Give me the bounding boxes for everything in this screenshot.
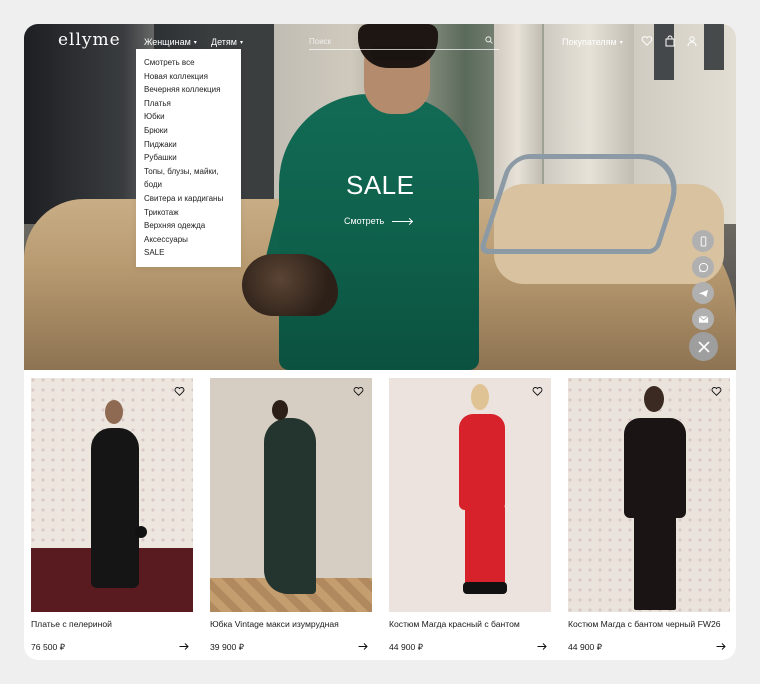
email-button[interactable] bbox=[692, 308, 714, 330]
model-head bbox=[272, 400, 288, 420]
user-icon[interactable] bbox=[686, 35, 698, 47]
close-icon bbox=[697, 340, 710, 353]
chevron-down-icon: ▾ bbox=[193, 40, 197, 46]
email-icon bbox=[698, 315, 708, 323]
nav-buyers-label: Покупателям bbox=[562, 37, 617, 47]
menu-item-outerwear[interactable]: Верхняя одежда bbox=[144, 219, 241, 233]
model-trousers bbox=[465, 506, 505, 584]
menu-item-trousers[interactable]: Брюки bbox=[144, 124, 241, 138]
menu-item-tops-line1[interactable]: Топы, блузы, майки, bbox=[144, 165, 241, 179]
phone-button[interactable] bbox=[692, 230, 714, 252]
search-bar[interactable] bbox=[309, 32, 499, 50]
menu-item-evening-collection[interactable]: Вечерняя коллекция bbox=[144, 83, 241, 97]
product-name[interactable]: Костюм Магда с бантом черный FW26 bbox=[568, 619, 721, 629]
chevron-down-icon: ▾ bbox=[240, 39, 244, 46]
close-contacts-button[interactable] bbox=[689, 332, 718, 361]
nav-kids[interactable]: Детям ▾ bbox=[211, 37, 243, 47]
hero-banner[interactable]: SALE Смотреть bbox=[24, 24, 736, 370]
product-card[interactable]: Костюм Магда с бантом черный FW26 44 900… bbox=[568, 378, 730, 658]
hero-cta-link[interactable]: Смотреть bbox=[344, 216, 413, 226]
phone-icon bbox=[700, 235, 706, 247]
product-card[interactable]: Платье с пелериной 76 500 ₽ bbox=[31, 378, 193, 658]
product-image[interactable] bbox=[389, 378, 551, 612]
model-figure bbox=[91, 428, 139, 588]
product-price: 39 900 ₽ bbox=[210, 642, 245, 652]
model-head bbox=[105, 400, 123, 424]
product-image[interactable] bbox=[568, 378, 730, 612]
model-head bbox=[471, 384, 489, 410]
menu-item-sale[interactable]: SALE bbox=[144, 246, 241, 260]
model-dress bbox=[279, 94, 479, 370]
menu-item-tops-line2[interactable]: боди bbox=[144, 178, 241, 192]
menu-item-skirts[interactable]: Юбки bbox=[144, 110, 241, 124]
model-jacket bbox=[459, 414, 505, 510]
model-handbag bbox=[242, 254, 338, 316]
window-decor bbox=[654, 24, 674, 80]
menu-item-jackets[interactable]: Пиджаки bbox=[144, 138, 241, 152]
menu-item-new-collection[interactable]: Новая коллекция bbox=[144, 70, 241, 84]
search-input[interactable] bbox=[309, 35, 479, 47]
windshield-image bbox=[477, 154, 691, 254]
model-handbag bbox=[135, 526, 147, 538]
product-image[interactable] bbox=[210, 378, 372, 612]
product-name[interactable]: Юбка Vintage макси изумрудная bbox=[210, 619, 339, 629]
heart-icon[interactable] bbox=[353, 386, 364, 397]
arrow-right-icon[interactable] bbox=[358, 642, 368, 651]
menu-item-view-all[interactable]: Смотреть все bbox=[144, 56, 241, 70]
telegram-button[interactable] bbox=[692, 282, 714, 304]
model-trousers bbox=[634, 514, 676, 610]
menu-item-dresses[interactable]: Платья bbox=[144, 97, 241, 111]
product-card[interactable]: Костюм Магда красный с бантом 44 900 ₽ bbox=[389, 378, 551, 658]
heart-icon[interactable] bbox=[532, 386, 543, 397]
product-price: 44 900 ₽ bbox=[389, 642, 424, 652]
chevron-down-icon: ▾ bbox=[619, 39, 623, 46]
menu-item-accessories[interactable]: Аксессуары bbox=[144, 233, 241, 247]
search-icon[interactable] bbox=[485, 36, 493, 44]
women-dropdown-menu: Смотреть все Новая коллекция Вечерняя ко… bbox=[136, 49, 241, 267]
arrow-right-icon bbox=[392, 220, 413, 222]
hero-title: SALE bbox=[346, 170, 415, 200]
window-decor bbox=[704, 24, 724, 70]
menu-item-shirts[interactable]: Рубашки bbox=[144, 151, 241, 165]
arrow-right-icon[interactable] bbox=[537, 642, 547, 651]
product-card[interactable]: Юбка Vintage макси изумрудная 39 900 ₽ bbox=[210, 378, 372, 658]
telegram-icon bbox=[698, 289, 708, 297]
arrow-right-icon[interactable] bbox=[716, 642, 726, 651]
logo[interactable]: ellyme bbox=[58, 30, 121, 50]
product-image[interactable] bbox=[31, 378, 193, 612]
nav-buyers[interactable]: Покупателям ▾ bbox=[562, 37, 623, 47]
product-name[interactable]: Платье с пелериной bbox=[31, 619, 112, 629]
product-price: 44 900 ₽ bbox=[568, 642, 603, 652]
bag-icon[interactable] bbox=[664, 35, 676, 47]
product-name[interactable]: Костюм Магда красный с бантом bbox=[389, 619, 520, 629]
nav-kids-label: Детям bbox=[211, 37, 237, 47]
product-price: 76 500 ₽ bbox=[31, 642, 66, 652]
hero-cta-label: Смотреть bbox=[344, 216, 385, 226]
arrow-right-icon[interactable] bbox=[179, 642, 189, 651]
menu-item-knitwear[interactable]: Трикотаж bbox=[144, 206, 241, 220]
model-head bbox=[644, 386, 664, 412]
whatsapp-icon bbox=[698, 262, 708, 272]
model-shoes bbox=[463, 582, 507, 594]
heart-icon[interactable] bbox=[711, 386, 722, 397]
nav-women[interactable]: Женщинам ▾ bbox=[144, 37, 197, 48]
menu-item-sweaters[interactable]: Свитера и кардиганы bbox=[144, 192, 241, 206]
heart-icon[interactable] bbox=[641, 35, 653, 47]
product-grid: Платье с пелериной 76 500 ₽ Юбка Vintage… bbox=[31, 378, 731, 658]
model-figure bbox=[264, 418, 316, 594]
page-frame: SALE Смотреть ellyme Женщинам ▾ Детям ▾ … bbox=[24, 24, 736, 660]
whatsapp-button[interactable] bbox=[692, 256, 714, 278]
heart-icon[interactable] bbox=[174, 386, 185, 397]
nav-women-label: Женщинам bbox=[144, 37, 191, 47]
model-jacket bbox=[624, 418, 686, 518]
